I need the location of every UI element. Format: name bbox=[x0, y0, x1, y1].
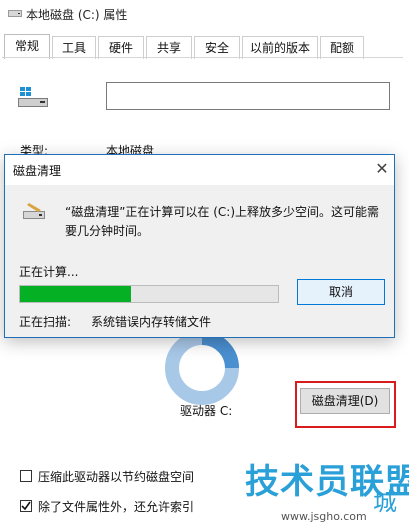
disk-cleanup-button[interactable]: 磁盘清理(D) bbox=[300, 388, 390, 414]
disk-usage-donut bbox=[165, 331, 239, 405]
dialog-title: 磁盘清理 bbox=[13, 164, 62, 178]
tab-hardware[interactable]: 硬件 bbox=[98, 36, 144, 59]
disk-cleanup-icon bbox=[23, 203, 45, 219]
scan-file: 系统错误内存转储文件 bbox=[91, 315, 212, 329]
window-titlebar: 本地磁盘 (C:) 属性 bbox=[0, 0, 409, 30]
tab-security[interactable]: 安全 bbox=[194, 36, 240, 59]
tab-sharing[interactable]: 共享 bbox=[146, 36, 192, 59]
close-icon[interactable]: ✕ bbox=[373, 160, 391, 178]
tab-tools[interactable]: 工具 bbox=[52, 36, 96, 59]
checkmark-icon bbox=[21, 501, 31, 511]
dialog-message: “磁盘清理”正在计算可以在 (C:)上释放多少空间。这可能需要几分钟时间。 bbox=[65, 205, 380, 238]
disk-cleanup-dialog: 磁盘清理 ✕ “磁盘清理”正在计算可以在 (C:)上释放多少空间。这可能需要几分… bbox=[4, 154, 395, 338]
drive-name-input[interactable] bbox=[106, 82, 390, 110]
tab-strip: 常规 工具 硬件 共享 安全 以前的版本 配额 bbox=[0, 34, 409, 59]
cancel-button[interactable]: 取消 bbox=[297, 279, 385, 305]
scan-label: 正在扫描: bbox=[19, 315, 72, 329]
dialog-titlebar: 磁盘清理 ✕ bbox=[5, 155, 394, 185]
tab-previous-versions[interactable]: 以前的版本 bbox=[242, 36, 318, 59]
tab-general[interactable]: 常规 bbox=[4, 34, 50, 59]
drive-icon bbox=[8, 10, 22, 17]
watermark: 技术员联盟 城 www.jsgho.com bbox=[245, 454, 409, 524]
tab-quota[interactable]: 配额 bbox=[320, 36, 364, 59]
progress-bar bbox=[19, 285, 279, 303]
index-checkbox[interactable] bbox=[20, 500, 32, 512]
windows-drive-icon bbox=[18, 87, 48, 107]
watermark-url: www.jsgho.com bbox=[281, 510, 367, 523]
status-text: 正在计算... bbox=[19, 265, 79, 279]
watermark-side: 城 bbox=[373, 488, 397, 516]
index-label: 除了文件属性外，还允许索引 bbox=[38, 500, 195, 514]
drive-caption: 驱动器 C: bbox=[180, 404, 233, 418]
progress-fill bbox=[20, 286, 131, 302]
compress-checkbox[interactable] bbox=[20, 470, 32, 482]
window-title: 本地磁盘 (C:) 属性 bbox=[26, 8, 128, 22]
compress-label: 压缩此驱动器以节约磁盘空间 bbox=[38, 470, 195, 484]
